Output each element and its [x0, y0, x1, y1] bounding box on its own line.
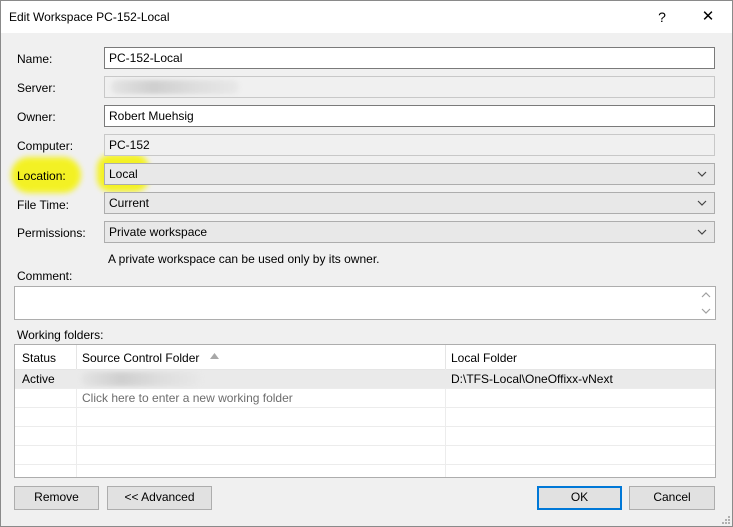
dialog-title: Edit Workspace PC-152-Local	[9, 10, 170, 24]
name-input-value: PC-152-Local	[109, 51, 183, 65]
advanced-button[interactable]: << Advanced	[107, 486, 212, 510]
filetime-label: File Time:	[17, 198, 70, 212]
sort-ascending-icon	[210, 353, 219, 359]
column-separator[interactable]	[445, 345, 446, 369]
name-label: Name:	[17, 52, 53, 66]
edit-workspace-dialog: Edit Workspace PC-152-Local ? ✕ Name: PC…	[0, 0, 733, 527]
owner-input-value: Robert Muehsig	[109, 109, 194, 123]
row-local-folder: D:\TFS-Local\OneOffixx-vNext	[451, 372, 613, 386]
location-dropdown-value: Local	[109, 167, 138, 181]
working-folders-grid: Status Source Control Folder Local Folde…	[14, 344, 716, 478]
scroll-down-icon[interactable]	[701, 306, 711, 316]
new-working-folder-prompt[interactable]: Click here to enter a new working folder	[82, 391, 293, 405]
resize-grip-icon[interactable]	[720, 514, 730, 524]
close-button[interactable]: ✕	[698, 7, 718, 27]
comment-scrollbar[interactable]	[698, 287, 715, 319]
comment-label: Comment:	[17, 269, 73, 283]
redacted-source-blur	[81, 372, 201, 386]
server-field	[104, 76, 715, 98]
title-bar[interactable]: Edit Workspace PC-152-Local ? ✕	[1, 1, 732, 33]
computer-label: Computer:	[17, 139, 74, 153]
scroll-up-icon[interactable]	[701, 290, 711, 300]
permissions-dropdown-value: Private workspace	[109, 225, 208, 239]
new-working-folder-row[interactable]: Click here to enter a new working folder	[15, 389, 715, 408]
chevron-down-icon	[697, 171, 707, 177]
column-header-source-control-folder[interactable]: Source Control Folder	[82, 351, 199, 365]
column-header-status[interactable]: Status	[22, 351, 56, 365]
filetime-dropdown-value: Current	[109, 196, 150, 210]
empty-row	[15, 427, 715, 446]
redacted-server-blur	[111, 80, 239, 94]
filetime-dropdown[interactable]: Current	[104, 192, 715, 214]
working-folders-label: Working folders:	[17, 328, 104, 342]
location-label: Location:	[17, 169, 66, 183]
ok-button[interactable]: OK	[537, 486, 622, 510]
owner-label: Owner:	[17, 110, 56, 124]
permissions-hint: A private workspace can be used only by …	[108, 252, 380, 266]
cancel-button[interactable]: Cancel	[629, 486, 715, 510]
column-separator[interactable]	[76, 345, 77, 369]
computer-field: PC-152	[104, 134, 715, 156]
location-dropdown[interactable]: Local	[104, 163, 715, 185]
empty-row	[15, 408, 715, 427]
grid-header: Status Source Control Folder Local Folde…	[15, 345, 715, 370]
table-row[interactable]: Active D:\TFS-Local\OneOffixx-vNext	[15, 370, 715, 389]
owner-input[interactable]: Robert Muehsig	[104, 105, 715, 127]
server-label: Server:	[17, 81, 56, 95]
row-status: Active	[22, 372, 55, 386]
column-header-local-folder[interactable]: Local Folder	[451, 351, 517, 365]
name-input[interactable]: PC-152-Local	[104, 47, 715, 69]
chevron-down-icon	[697, 200, 707, 206]
permissions-dropdown[interactable]: Private workspace	[104, 221, 715, 243]
help-button[interactable]: ?	[652, 7, 672, 27]
remove-button[interactable]: Remove	[14, 486, 99, 510]
chevron-down-icon	[697, 229, 707, 235]
computer-field-value: PC-152	[109, 138, 150, 152]
comment-textarea[interactable]	[14, 286, 716, 320]
empty-row	[15, 446, 715, 465]
permissions-label: Permissions:	[17, 226, 86, 240]
